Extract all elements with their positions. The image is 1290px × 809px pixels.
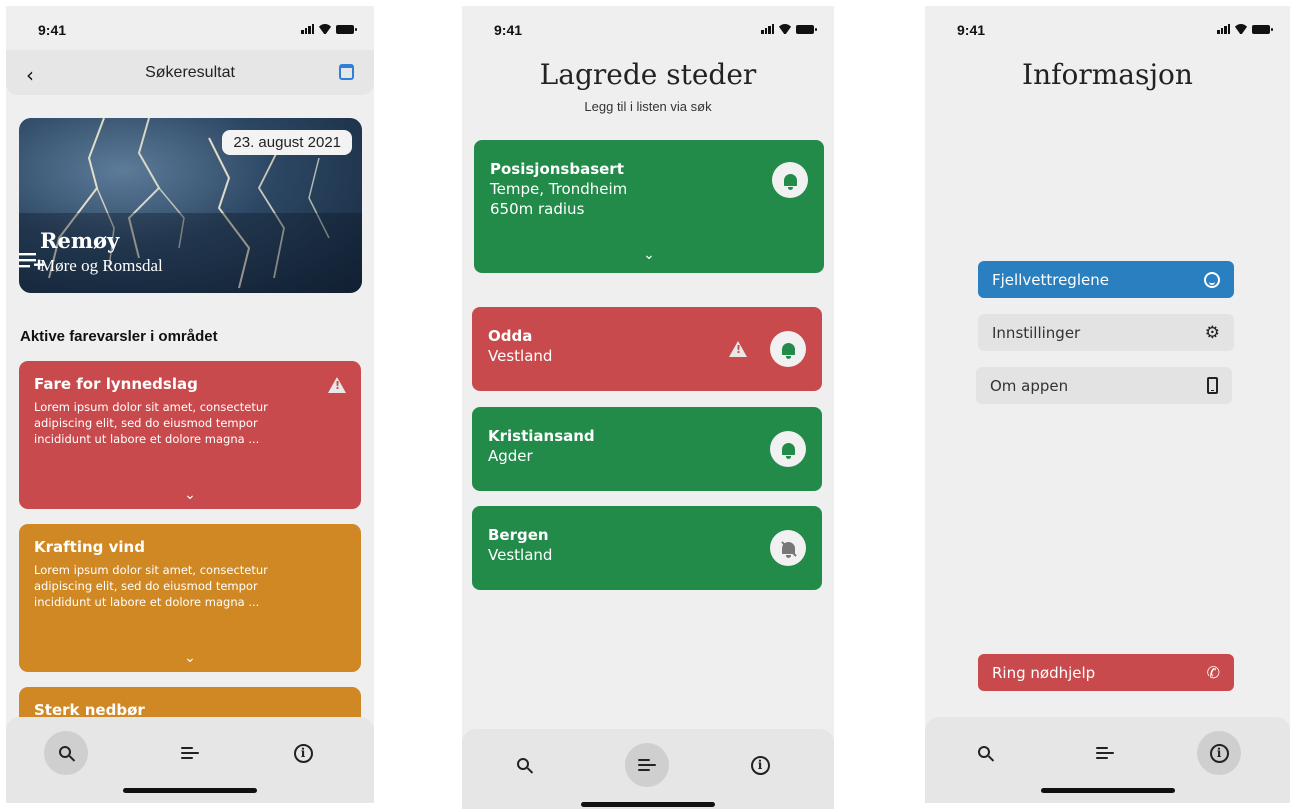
- bell-icon: [783, 174, 797, 190]
- emergency-label: Ring nødhjelp: [992, 663, 1096, 682]
- chevron-down-icon[interactable]: ⌄: [19, 650, 361, 666]
- page-subtitle: Legg til i listen via søk: [584, 99, 712, 114]
- date-badge: 23. august 2021: [222, 130, 352, 155]
- status-bar: 9:41: [6, 22, 374, 42]
- tab-list[interactable]: [625, 743, 669, 787]
- battery-icon: [336, 24, 357, 34]
- tab-search[interactable]: [502, 743, 546, 787]
- notify-toggle[interactable]: [770, 331, 806, 367]
- menu-item-label: Om appen: [990, 376, 1069, 395]
- home-indicator: [123, 788, 257, 793]
- tab-list[interactable]: [1083, 731, 1127, 775]
- location-region: Agder: [488, 447, 533, 465]
- notify-toggle[interactable]: [772, 162, 808, 198]
- menu-item-label: Innstillinger: [992, 323, 1081, 342]
- notify-toggle[interactable]: [770, 431, 806, 467]
- menu-item-innstillinger[interactable]: Innstillinger ⚙: [978, 314, 1234, 351]
- section-title: Aktive farevarsler i området: [20, 328, 218, 345]
- card-line: 650m radius: [490, 200, 585, 218]
- tab-info[interactable]: i: [738, 743, 782, 787]
- tab-list[interactable]: [168, 731, 212, 775]
- status-time: 9:41: [957, 22, 986, 38]
- signal-icon: [761, 24, 774, 34]
- wifi-icon: [778, 24, 792, 34]
- chevron-down-icon[interactable]: ⌄: [474, 247, 824, 263]
- bell-icon: [781, 343, 795, 359]
- warning-triangle-icon: [328, 377, 346, 393]
- add-to-list-icon[interactable]: [19, 252, 45, 270]
- warning-title: Fare for lynnedslag: [34, 375, 198, 393]
- warning-card[interactable]: Krafting vind Lorem ipsum dolor sit amet…: [19, 524, 361, 672]
- smiley-icon: [1204, 271, 1220, 288]
- info-icon: i: [293, 743, 313, 763]
- tab-bar: i: [462, 729, 834, 809]
- tab-info[interactable]: i: [281, 731, 325, 775]
- emergency-call-button[interactable]: Ring nødhjelp ✆: [978, 654, 1234, 691]
- page-title: Lagrede steder: [539, 58, 757, 91]
- signal-icon: [301, 24, 314, 34]
- list-icon: [638, 759, 656, 771]
- gear-icon: ⚙: [1204, 322, 1220, 343]
- tab-bar: i: [925, 717, 1290, 803]
- menu-item-label: Fjellvettreglene: [992, 270, 1109, 289]
- battery-icon: [1252, 24, 1273, 34]
- page-title: Søkeresultat: [145, 64, 235, 81]
- tab-info[interactable]: i: [1197, 731, 1241, 775]
- phone-device-icon: [1207, 377, 1218, 394]
- information-screen: 9:41 Informasjon Fjellvettreglene Innsti…: [925, 6, 1290, 803]
- location-region: Vestland: [488, 546, 553, 564]
- location-card[interactable]: Odda Vestland: [472, 307, 822, 391]
- card-line: Tempe, Trondheim: [490, 180, 628, 198]
- menu-item-fjellvettreglene[interactable]: Fjellvettreglene: [978, 261, 1234, 298]
- warning-title: Krafting vind: [34, 538, 145, 556]
- info-icon: i: [750, 755, 770, 775]
- location-region: Vestland: [488, 347, 553, 365]
- chevron-down-icon[interactable]: ⌄: [19, 487, 361, 503]
- saved-places-screen: 9:41 Lagrede steder Legg til i listen vi…: [462, 6, 834, 809]
- location-hero-card: 23. august 2021 Remøy Møre og Romsdal: [19, 118, 362, 293]
- battery-icon: [796, 24, 817, 34]
- home-indicator: [1040, 788, 1175, 793]
- warning-text: Lorem ipsum dolor sit amet, consectetur …: [34, 400, 268, 446]
- location-name: Kristiansand: [488, 427, 595, 445]
- list-icon: [1096, 747, 1114, 759]
- warning-triangle-icon: [729, 341, 747, 357]
- phone-call-icon: ✆: [1206, 663, 1220, 682]
- notify-toggle[interactable]: [770, 530, 806, 566]
- status-time: 9:41: [494, 22, 523, 38]
- location-name: Odda: [488, 327, 533, 345]
- location-card[interactable]: Bergen Vestland: [472, 506, 822, 590]
- location-card[interactable]: Kristiansand Agder: [472, 407, 822, 491]
- menu-item-om-appen[interactable]: Om appen: [976, 367, 1232, 404]
- search-icon: [516, 757, 529, 770]
- tab-bar: i: [6, 717, 374, 803]
- status-time: 9:41: [38, 22, 67, 38]
- tab-search[interactable]: [963, 731, 1007, 775]
- status-bar: 9:41: [925, 22, 1290, 42]
- page-title: Informasjon: [1022, 58, 1193, 91]
- card-title: Posisjonsbasert: [490, 160, 624, 178]
- place-region: Møre og Romsdal: [40, 256, 163, 275]
- calendar-icon[interactable]: [339, 64, 354, 80]
- bell-icon: [781, 443, 795, 459]
- top-nav-bar: ‹ Søkeresultat: [6, 50, 374, 95]
- list-icon: [181, 747, 199, 759]
- info-icon: i: [1209, 743, 1229, 763]
- search-result-screen: 9:41 ‹ Søkeresultat 23. august 2021 Remø…: [6, 6, 374, 803]
- home-indicator: [581, 802, 715, 807]
- warning-text: Lorem ipsum dolor sit amet, consectetur …: [34, 563, 268, 609]
- tab-search[interactable]: [44, 731, 88, 775]
- position-card[interactable]: Posisjonsbasert Tempe, Trondheim 650m ra…: [474, 140, 824, 273]
- search-icon: [58, 745, 71, 758]
- bell-off-icon: [781, 542, 795, 558]
- place-name: Remøy: [40, 228, 120, 253]
- warning-card[interactable]: Fare for lynnedslag Lorem ipsum dolor si…: [19, 361, 361, 509]
- search-icon: [977, 745, 990, 758]
- wifi-icon: [318, 24, 332, 34]
- wifi-icon: [1234, 24, 1248, 34]
- status-bar: 9:41: [462, 22, 834, 42]
- signal-icon: [1217, 24, 1230, 34]
- location-name: Bergen: [488, 526, 549, 544]
